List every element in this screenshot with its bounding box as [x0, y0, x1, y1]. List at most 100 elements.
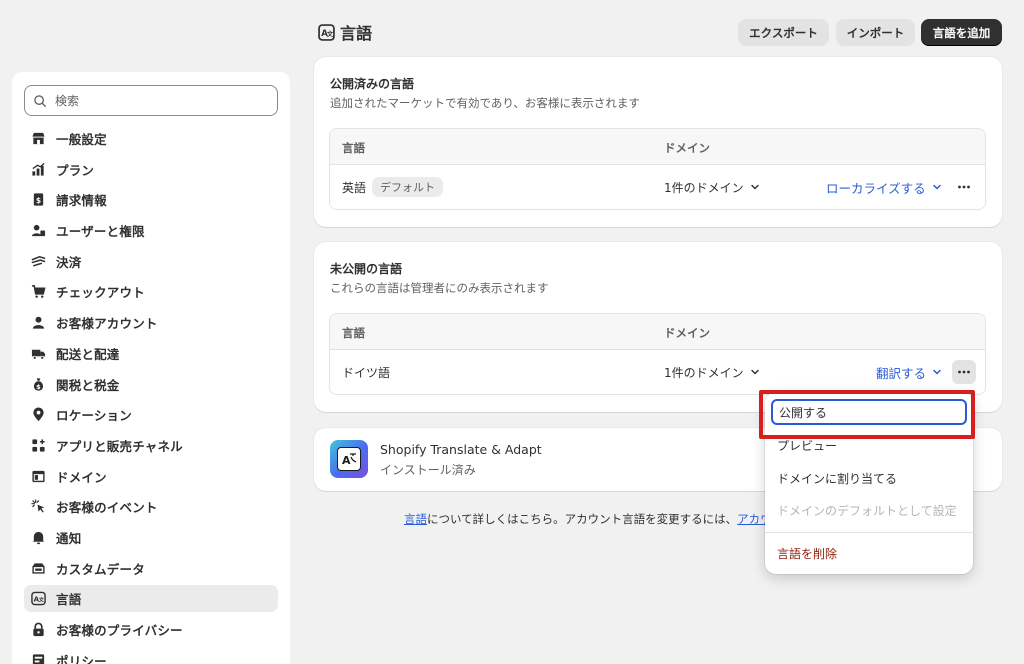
apps-icon — [30, 437, 46, 453]
sidebar-item-policies[interactable]: ポリシー — [24, 647, 278, 664]
column-header-language: 言語 — [342, 141, 365, 155]
unpublished-table: 言語 ドメイン ドイツ語 1件のドメイン 翻訳する — [329, 313, 986, 395]
more-actions-button[interactable] — [952, 175, 976, 199]
menu-item-assign-domain[interactable]: ドメインに割り当てる — [771, 465, 967, 491]
sidebar-item-customer-events[interactable]: お客様のイベント — [24, 493, 278, 520]
languages-help-link[interactable]: 言語 — [404, 512, 427, 526]
translate-dropdown[interactable]: 翻訳する — [876, 350, 942, 394]
person-icon — [30, 315, 46, 331]
app-name: Shopify Translate & Adapt — [380, 442, 542, 457]
menu-item-delete-language[interactable]: 言語を削除 — [771, 540, 967, 566]
table-row: ドイツ語 1件のドメイン 翻訳する — [330, 350, 985, 394]
chevron-down-icon — [750, 184, 759, 190]
sidebar-item-users[interactable]: ユーザーと権限 — [24, 217, 278, 244]
export-button[interactable]: エクスポート — [738, 19, 829, 46]
table-header: 言語 ドメイン — [330, 129, 985, 165]
sidebar-item-duties-taxes[interactable]: $ 関税と税金 — [24, 371, 278, 398]
sidebar-item-notifications[interactable]: 通知 — [24, 524, 278, 551]
more-horizontal-icon — [958, 185, 970, 189]
sidebar-item-apps-channels[interactable]: アプリと販売チャネル — [24, 432, 278, 459]
bell-icon — [30, 529, 46, 545]
more-actions-menu: 公開する プレビュー ドメインに割り当てる ドメインのデフォルトとして設定 言語… — [765, 392, 973, 574]
footer-text: について詳しくはこちら。アカウント言語を変更するには、 — [427, 512, 738, 526]
search-input[interactable] — [55, 93, 255, 108]
translate-adapt-app-icon: A — [330, 440, 368, 478]
menu-item-preview[interactable]: プレビュー — [771, 432, 967, 458]
more-horizontal-icon — [958, 370, 970, 374]
language-icon: A文 — [30, 591, 46, 607]
language-cell: ドイツ語 — [342, 350, 390, 394]
payments-icon — [30, 253, 46, 269]
policy-icon — [30, 652, 46, 664]
unpublished-title: 未公開の言語 — [330, 262, 403, 276]
published-table: 言語 ドメイン 英語 デフォルト 1件のドメイン ローカライズする — [329, 128, 986, 210]
sidebar-item-domains[interactable]: ドメイン — [24, 463, 278, 490]
sidebar-item-customer-accounts[interactable]: お客様アカウント — [24, 309, 278, 336]
language-icon: A文 — [318, 23, 335, 41]
unpublished-languages-card: 未公開の言語 これらの言語は管理者にのみ表示されます 言語 ドメイン ドイツ語 … — [314, 242, 1002, 412]
column-header-language: 言語 — [342, 326, 365, 340]
sidebar-item-locations[interactable]: ロケーション — [24, 401, 278, 428]
page-title: A文 言語 — [318, 20, 372, 44]
domain-icon — [30, 468, 46, 484]
domain-count: 1件のドメイン — [664, 180, 744, 195]
svg-text:$: $ — [36, 383, 41, 391]
sidebar-item-general[interactable]: 一般設定 — [24, 125, 278, 152]
column-header-domain: ドメイン — [664, 326, 710, 340]
location-pin-icon — [30, 407, 46, 423]
menu-divider — [765, 532, 973, 533]
chevron-down-icon — [932, 184, 941, 190]
sidebar-item-billing[interactable]: $ 請求情報 — [24, 186, 278, 213]
page-title-text: 言語 — [340, 24, 373, 43]
unpublished-subtitle: これらの言語は管理者にのみ表示されます — [330, 281, 549, 295]
table-row: 英語 デフォルト 1件のドメイン ローカライズする — [330, 165, 985, 209]
sidebar-nav: 一般設定 プラン $ 請求情報 ユーザーと権限 決済 チェックアウト お客様アカ… — [24, 125, 278, 664]
sidebar-item-customer-privacy[interactable]: お客様のプライバシー — [24, 616, 278, 643]
billing-icon: $ — [30, 192, 46, 208]
sidebar-item-custom-data[interactable]: カスタムデータ — [24, 555, 278, 582]
translate-link[interactable]: 翻訳する — [876, 363, 926, 382]
svg-text:$: $ — [35, 196, 40, 205]
language-cell: 英語 デフォルト — [342, 165, 444, 209]
column-header-domain: ドメイン — [664, 141, 710, 155]
sidebar-item-shipping[interactable]: 配送と配達 — [24, 340, 278, 367]
table-header: 言語 ドメイン — [330, 314, 985, 350]
svg-text:文: 文 — [327, 29, 334, 38]
lock-icon — [30, 622, 46, 638]
chevron-down-icon — [750, 369, 759, 375]
store-icon — [30, 131, 46, 147]
language-name: 英語 — [342, 180, 367, 195]
domain-dropdown[interactable]: 1件のドメイン — [664, 350, 760, 394]
sidebar-item-plan[interactable]: プラン — [24, 156, 278, 183]
truck-icon — [30, 345, 46, 361]
custom-data-icon — [30, 560, 46, 576]
sidebar-item-checkout[interactable]: チェックアウト — [24, 278, 278, 305]
add-language-button[interactable]: 言語を追加 — [921, 19, 1002, 46]
cursor-click-icon — [30, 499, 46, 515]
plan-chart-icon — [30, 161, 46, 177]
default-badge: デフォルト — [372, 177, 444, 197]
app-status: インストール済み — [380, 463, 476, 477]
menu-item-publish[interactable]: 公開する — [771, 399, 967, 425]
search-icon — [34, 94, 46, 107]
sidebar-item-payments[interactable]: 決済 — [24, 248, 278, 275]
localize-dropdown[interactable]: ローカライズする — [826, 165, 942, 209]
svg-text:文: 文 — [38, 596, 44, 604]
language-name: ドイツ語 — [342, 365, 391, 380]
published-languages-card: 公開済みの言語 追加されたマーケットで有効であり、お客様に表示されます 言語 ド… — [314, 57, 1002, 227]
localize-link[interactable]: ローカライズする — [826, 178, 926, 197]
chevron-down-icon — [933, 369, 941, 375]
published-title: 公開済みの言語 — [330, 77, 415, 91]
footer-help-text: 言語について詳しくはこちら。アカウント言語を変更するには、アカウ — [404, 511, 772, 527]
import-button[interactable]: インポート — [836, 19, 915, 46]
cart-icon — [30, 284, 46, 300]
menu-item-set-default: ドメインのデフォルトとして設定 — [777, 503, 957, 518]
svg-text:A: A — [342, 454, 351, 467]
more-actions-button[interactable] — [952, 360, 976, 384]
search-box[interactable] — [24, 85, 278, 116]
domain-dropdown[interactable]: 1件のドメイン — [664, 165, 760, 209]
settings-sidebar: 一般設定 プラン $ 請求情報 ユーザーと権限 決済 チェックアウト お客様アカ… — [12, 72, 290, 664]
money-bag-icon: $ — [30, 376, 46, 392]
domain-count: 1件のドメイン — [664, 365, 744, 380]
sidebar-item-languages[interactable]: A文 言語 — [24, 585, 278, 613]
